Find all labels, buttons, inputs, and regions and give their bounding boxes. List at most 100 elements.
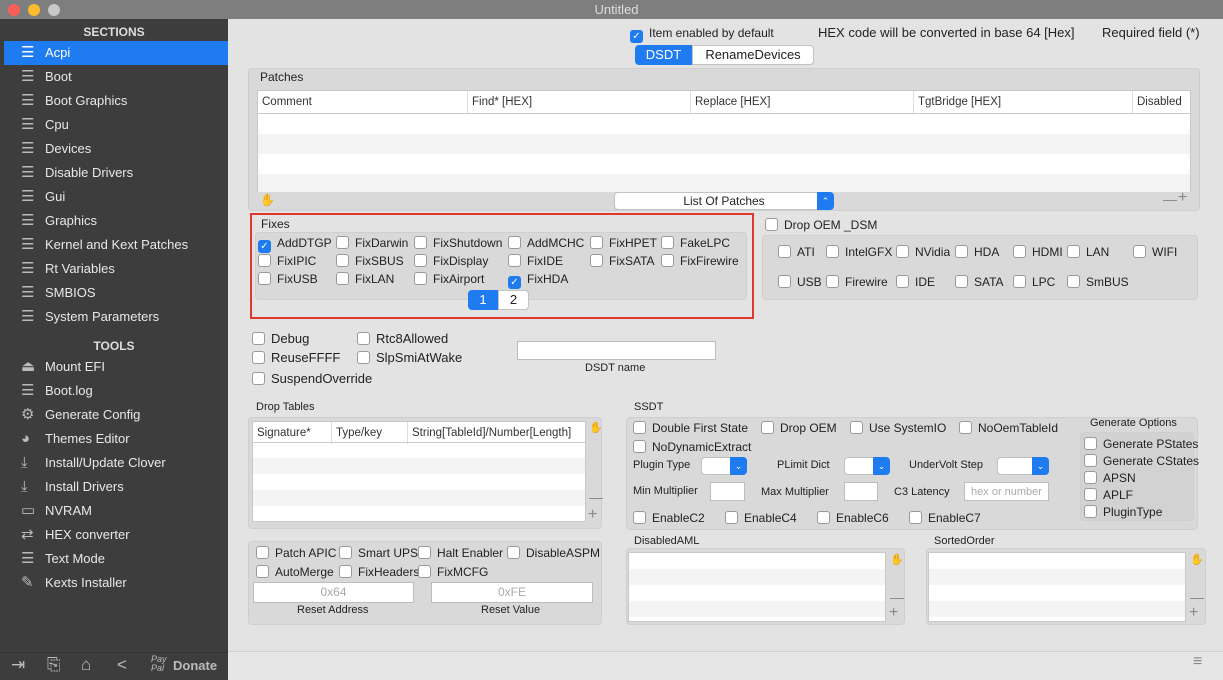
nooemtableid-option[interactable]: NoOemTableId (959, 421, 1058, 435)
tool-item-themes-editor[interactable]: ◕ Themes Editor (4, 427, 228, 451)
drop-oem-dsm-checkbox[interactable] (765, 218, 778, 231)
nooemtableid-checkbox[interactable] (959, 421, 972, 434)
undervolt-step-select[interactable]: ⌄ (997, 457, 1049, 475)
drop-oem-checkbox[interactable] (761, 421, 774, 434)
add-table-button[interactable]: + (588, 506, 597, 524)
ati-option[interactable]: ATI (778, 245, 815, 259)
reuseffff-checkbox[interactable] (252, 351, 265, 364)
col-replace[interactable]: Replace [HEX] (690, 91, 770, 113)
min-multiplier-input[interactable] (710, 482, 745, 501)
export-icon[interactable]: ⎘ (47, 655, 61, 675)
fixshutdown-option[interactable]: FixShutdown (414, 236, 502, 250)
reuseffff-option[interactable]: ReuseFFFF (252, 351, 340, 365)
apsn-option[interactable]: APSN (1084, 471, 1136, 485)
addmchc-checkbox[interactable] (508, 236, 521, 249)
tool-item-nvram[interactable]: ▭ NVRAM (4, 499, 228, 523)
smbus-checkbox[interactable] (1067, 275, 1080, 288)
nodynamicextract-option[interactable]: NoDynamicExtract (633, 440, 751, 454)
fixshutdown-checkbox[interactable] (414, 236, 427, 249)
use-systemio-option[interactable]: Use SystemIO (850, 421, 946, 435)
wifi-option[interactable]: WIFI (1133, 245, 1177, 259)
col-tgtbridge[interactable]: TgtBridge [HEX] (913, 91, 1001, 113)
patches-table[interactable]: Comment Find* [HEX] Replace [HEX] TgtBri… (257, 90, 1191, 192)
rtc8allowed-checkbox[interactable] (357, 332, 370, 345)
tool-item-text-mode[interactable]: ☰ Text Mode (4, 547, 228, 571)
col-string[interactable]: String[TableId]/Number[Length] (407, 422, 571, 444)
generate-pstates-checkbox[interactable] (1084, 437, 1097, 450)
fixlan-option[interactable]: FixLAN (336, 272, 394, 286)
sidebar-item-smbios[interactable]: ☰ SMBIOS (4, 281, 228, 305)
tool-item-kexts-installer[interactable]: ✎ Kexts Installer (4, 571, 228, 595)
firewire-checkbox[interactable] (826, 275, 839, 288)
usb-option[interactable]: USB (778, 275, 822, 289)
sidebar-item-cpu[interactable]: ☰ Cpu (4, 113, 228, 137)
remove-table-button[interactable]: — (589, 489, 603, 505)
adddtgp-checkbox[interactable]: ✓ (258, 240, 271, 253)
drop-tables-table[interactable]: Signature* Type/key String[TableId]/Numb… (252, 421, 586, 522)
fixmcfg-option[interactable]: FixMCFG (418, 565, 488, 579)
sidebar-item-rt-variables[interactable]: ☰ Rt Variables (4, 257, 228, 281)
import-icon[interactable]: ⇥ (11, 655, 25, 675)
menu-icon[interactable]: ≡ (1193, 653, 1202, 671)
disabled-aml-list[interactable] (628, 552, 886, 622)
zoom-button[interactable] (48, 4, 60, 16)
enablec2-checkbox[interactable] (633, 511, 646, 524)
plugin-type-select[interactable]: ⌄ (701, 457, 747, 475)
apsn-checkbox[interactable] (1084, 471, 1097, 484)
sidebar-item-gui[interactable]: ☰ Gui (4, 185, 228, 209)
fixusb-option[interactable]: FixUSB (258, 272, 318, 286)
halt-enabler-option[interactable]: Halt Enabler (418, 546, 503, 560)
fixhda-option[interactable]: ✓ FixHDA (508, 272, 568, 289)
fixsata-checkbox[interactable] (590, 254, 603, 267)
fixairport-option[interactable]: FixAirport (414, 272, 484, 286)
fixes-page-1[interactable]: 1 (468, 290, 498, 310)
fixusb-checkbox[interactable] (258, 272, 271, 285)
lan-checkbox[interactable] (1067, 245, 1080, 258)
fixhda-checkbox[interactable]: ✓ (508, 276, 521, 289)
sidebar-item-acpi[interactable]: ☰ Acpi (4, 41, 228, 65)
fixheaders-checkbox[interactable] (339, 565, 352, 578)
tool-item-install-drivers[interactable]: ⤓ Install Drivers (4, 475, 228, 499)
sidebar-item-boot-graphics[interactable]: ☰ Boot Graphics (4, 89, 228, 113)
hda-checkbox[interactable] (955, 245, 968, 258)
lpc-option[interactable]: LPC (1013, 275, 1055, 289)
enablec4-checkbox[interactable] (725, 511, 738, 524)
close-button[interactable] (8, 4, 20, 16)
add-order-button[interactable]: + (1189, 604, 1198, 622)
hda-option[interactable]: HDA (955, 245, 999, 259)
fixdarwin-option[interactable]: FixDarwin (336, 236, 408, 250)
smart-ups-option[interactable]: Smart UPS (339, 546, 418, 560)
patch-apic-option[interactable]: Patch APIC (256, 546, 336, 560)
sata-option[interactable]: SATA (955, 275, 1004, 289)
enablec6-checkbox[interactable] (817, 511, 830, 524)
slpsmiatwake-checkbox[interactable] (357, 351, 370, 364)
double-first-state-option[interactable]: Double First State (633, 421, 748, 435)
disableaspm-checkbox[interactable] (507, 546, 520, 559)
ide-option[interactable]: IDE (896, 275, 935, 289)
dsdt-name-input[interactable] (517, 341, 716, 360)
max-multiplier-input[interactable] (844, 482, 878, 501)
intelgfx-checkbox[interactable] (826, 245, 839, 258)
enablec4-option[interactable]: EnableC4 (725, 511, 797, 525)
fakelpc-checkbox[interactable] (661, 236, 674, 249)
intelgfx-option[interactable]: IntelGFX (826, 245, 892, 259)
generate-pstates-option[interactable]: Generate PStates (1084, 437, 1198, 451)
lan-option[interactable]: LAN (1067, 245, 1109, 259)
tab-rename-devices[interactable]: RenameDevices (692, 45, 814, 65)
sidebar-item-boot[interactable]: ☰ Boot (4, 65, 228, 89)
c3-latency-input[interactable]: hex or number (964, 482, 1049, 501)
aplf-option[interactable]: APLF (1084, 488, 1133, 502)
tool-item-boot-log[interactable]: ☰ Boot.log (4, 379, 228, 403)
fixipic-option[interactable]: FixIPIC (258, 254, 316, 268)
wifi-checkbox[interactable] (1133, 245, 1146, 258)
fixlan-checkbox[interactable] (336, 272, 349, 285)
hand-icon[interactable]: ✋ (589, 421, 603, 434)
reset-address-input[interactable]: 0x64 (253, 582, 414, 603)
rtc8allowed-option[interactable]: Rtc8Allowed (357, 332, 448, 346)
share-icon[interactable]: < (117, 655, 127, 675)
generate-cstates-checkbox[interactable] (1084, 454, 1097, 467)
donate-button[interactable]: Donate (173, 658, 217, 673)
fixheaders-option[interactable]: FixHeaders (339, 565, 419, 579)
fixdarwin-checkbox[interactable] (336, 236, 349, 249)
fixairport-checkbox[interactable] (414, 272, 427, 285)
